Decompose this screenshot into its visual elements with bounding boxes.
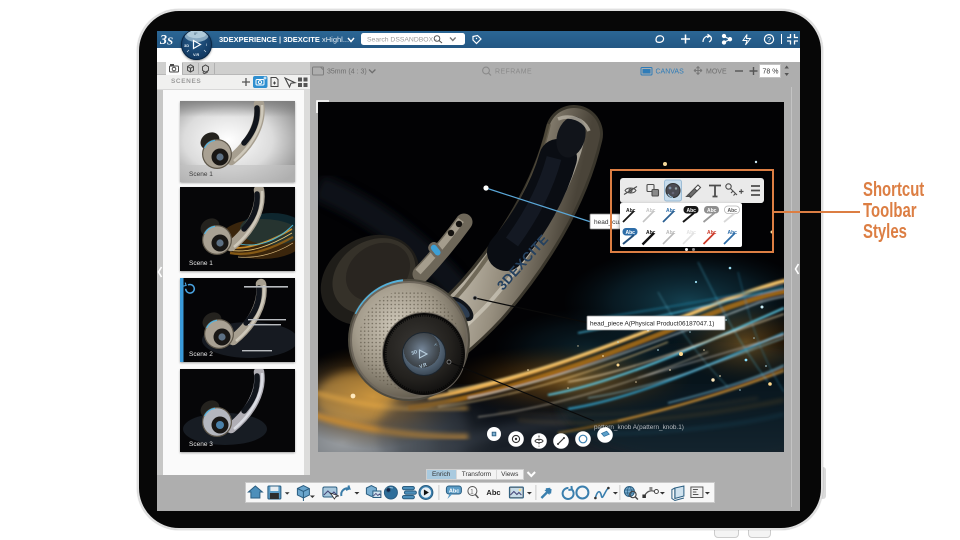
svg-text:Scene 1: Scene 1 xyxy=(189,171,213,178)
svg-text:1: 1 xyxy=(470,489,474,495)
svg-text:Scene 1: Scene 1 xyxy=(189,260,213,267)
svg-text:REFRAME: REFRAME xyxy=(495,69,532,76)
svg-text:CANVAS: CANVAS xyxy=(656,69,685,76)
svg-text:S: S xyxy=(167,36,173,48)
svg-text:I: I xyxy=(206,42,207,47)
svg-text:V.R: V.R xyxy=(193,52,199,57)
svg-text:Search DSSANDBOX -: Search DSSANDBOX - xyxy=(367,37,437,44)
svg-text:Scene 2: Scene 2 xyxy=(189,351,213,358)
svg-text:IF: IF xyxy=(194,31,198,36)
svg-text:Scene 3: Scene 3 xyxy=(189,441,213,448)
svg-text:Abc: Abc xyxy=(449,489,459,495)
svg-text:Abc: Abc xyxy=(486,488,500,497)
svg-text:3DEXPERIENCE | 3DEXCITE xHigh: 3DEXPERIENCE | 3DEXCITE xHighl... xyxy=(219,35,349,44)
svg-text:?: ? xyxy=(767,35,771,44)
svg-text:35mm (4 : 3): 35mm (4 : 3) xyxy=(327,69,367,76)
svg-text:78 %: 78 % xyxy=(763,69,779,76)
svg-text:MOVE: MOVE xyxy=(706,69,727,76)
svg-text:3D: 3D xyxy=(184,43,189,48)
svg-text:3: 3 xyxy=(159,33,167,48)
svg-text:head_piece A(Physical Product0: head_piece A(Physical Product06187047.1) xyxy=(590,321,714,328)
